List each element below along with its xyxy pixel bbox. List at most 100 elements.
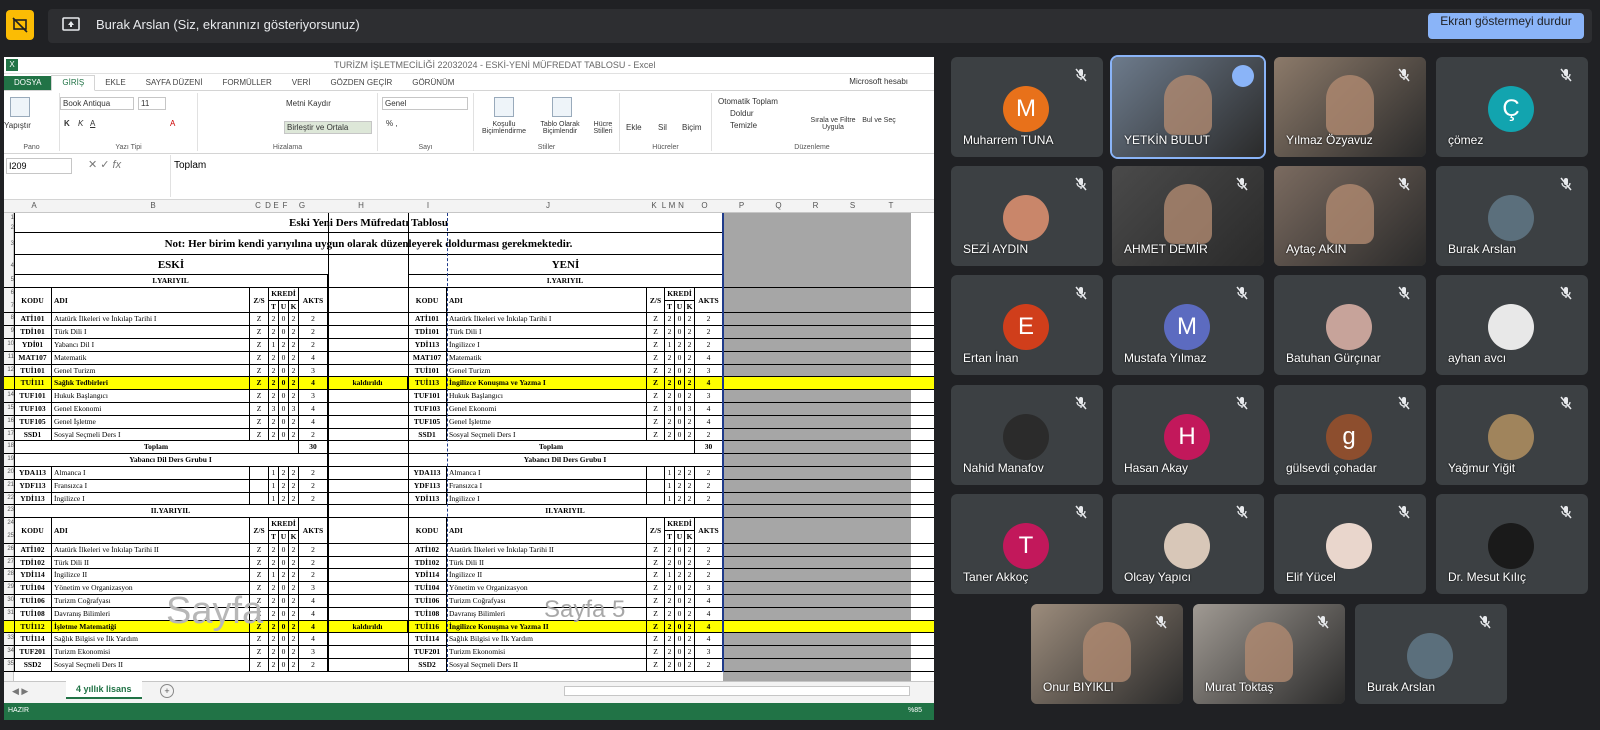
cell-akts[interactable]: 4 [695,607,723,620]
cell-kodu[interactable]: TUİ111 [14,377,52,390]
cell-adi[interactable]: Hukuk Başlangıcı [52,390,250,402]
cell-adi[interactable]: Sağlık Bilgisi ve İlk Yardım [52,633,250,646]
cell-adi[interactable]: Atatürk İlkeleri ve İnkılap Tarihi I [447,313,647,326]
cell-k[interactable]: 2 [289,428,299,441]
table-row[interactable]: TUİ101 Genel Turizm Z 2 0 2 3 TUİ101 Genel Turiz… [4,364,934,378]
cell-akts[interactable]: 2 [299,313,328,326]
table-row[interactable]: TUF101 Hukuk Başlangıcı Z 2 0 2 3 TUF101 Hukuk B… [4,390,934,403]
cell-zs[interactable]: Z [250,415,269,428]
cell-k[interactable]: 2 [289,582,299,594]
cell-zs[interactable]: Z [647,313,665,326]
cell-t[interactable]: 2 [269,364,279,377]
cell-t[interactable]: 3 [269,403,279,415]
cell-adi[interactable]: Fransızca I [447,479,647,492]
participant-tile[interactable]: Olcay Yapıcı [1112,494,1264,594]
cell-adi[interactable]: Yabancı Dil I [52,339,250,351]
cell-akts[interactable]: 2 [299,339,328,351]
find-select-button[interactable]: Bul ve Seç [862,117,896,124]
cell-u[interactable]: 0 [279,582,289,594]
cell-t[interactable]: 1 [665,479,675,492]
table-row[interactable]: MAT107 Matematik Z 2 0 2 4 MAT107 Matematik Z 2 0 2 4 [4,351,934,365]
cell-akts[interactable]: 2 [299,428,328,441]
cell-t[interactable]: 2 [269,390,279,402]
table-row[interactable]: TUİ114 Sağlık Bilgisi ve İlk Yardım Z 2 0 2 4 T… [4,633,934,647]
cell-k[interactable]: 2 [289,467,299,479]
cell-zs[interactable]: Z [647,326,665,338]
cell-u[interactable]: 2 [279,479,289,492]
cell-zs[interactable]: Z [647,364,665,377]
formula-input-area[interactable] [170,155,930,197]
cell-t[interactable]: 2 [665,390,675,402]
cell-kodu[interactable]: YDA113 [408,467,447,479]
wrap-text-button[interactable]: Metni Kaydır [286,99,331,108]
cell-k[interactable]: 2 [289,390,299,402]
column-header[interactable]: N [676,201,686,210]
cell-kodu[interactable]: YDİ114 [408,569,447,582]
table-row[interactable]: YDA113 Almanca I 1 2 2 2 YDA113 Almanca I1222 [4,467,934,480]
cell-u[interactable]: 0 [279,326,289,338]
cell-k[interactable]: 2 [685,659,695,671]
cell-u[interactable]: 0 [675,595,685,607]
cell-u[interactable]: 0 [675,543,685,556]
cell-u[interactable]: 0 [675,377,685,390]
cell-t[interactable]: 1 [665,339,675,351]
cell-kodu[interactable]: ATİ101 [408,313,447,326]
cell-kodu[interactable]: YDİ114 [14,569,52,582]
cell-k[interactable]: 2 [289,646,299,658]
cell-t[interactable]: 2 [269,326,279,338]
cell-u[interactable]: 2 [279,467,289,479]
cell-kodu[interactable]: TUİ108 [408,607,447,620]
column-header[interactable]: B [54,201,252,210]
cell-akts[interactable]: 4 [299,633,328,646]
column-header[interactable]: Q [760,201,797,210]
cell-t[interactable]: 2 [665,313,675,326]
cell-akts[interactable]: 2 [299,492,328,505]
table-row[interactable]: SSD2 Sosyal Seçmeli Ders II Z 2 0 2 2 SSD2 Sosya… [4,659,934,672]
cell-akts[interactable]: 3 [299,646,328,658]
cell-u[interactable]: 0 [279,620,289,633]
cell-zs[interactable]: Z [647,659,665,671]
ribbon-tab-7[interactable]: GÖRÜNÜM [402,76,464,90]
cell-zs[interactable] [250,467,269,479]
percent-button[interactable]: % , [386,119,398,128]
table-row[interactable]: TUİ111 Sağlık Tedbirleri Z 2 0 2 4 TUİ113 İngili… [4,377,934,391]
cell-zs[interactable]: Z [647,620,665,633]
column-header[interactable]: P [723,201,760,210]
participant-tile[interactable]: Onur BIYIKLI [1031,604,1183,704]
add-sheet-icon[interactable]: + [160,684,174,698]
cell-kodu[interactable]: SSD1 [14,428,52,441]
cell-k[interactable]: 2 [685,607,695,620]
cell-u[interactable]: 0 [279,646,289,658]
cell-adi[interactable]: Atatürk İlkeleri ve İnkılap Tarihi II [447,543,647,556]
cell-akts[interactable]: 4 [299,607,328,620]
cell-zs[interactable]: Z [250,543,269,556]
cell-akts[interactable]: 4 [695,351,723,364]
table-row[interactable]: TUİ104 Yönetim ve Organizasyon Z 2 0 2 3 TUİ104… [4,582,934,595]
presentation-icon[interactable] [6,10,34,40]
cell-t[interactable]: 2 [269,415,279,428]
cell-t[interactable]: 2 [665,351,675,364]
cell-kodu[interactable]: TUİ114 [14,633,52,646]
table-row[interactable]: TDİ101 Türk Dili I Z 2 0 2 2 TDİ101 Türk Dili IZ… [4,326,934,339]
cell-kodu[interactable]: TUF105 [14,415,52,428]
cell-kodu[interactable]: YDF113 [14,479,52,492]
cell-k[interactable]: 2 [289,633,299,646]
cell-k[interactable]: 2 [685,351,695,364]
cell-t[interactable]: 1 [269,479,279,492]
cell-k[interactable]: 2 [289,492,299,505]
cell-kodu[interactable]: TDİ102 [14,556,52,569]
cell-t[interactable]: 2 [665,646,675,658]
cell-zs[interactable]: Z [647,428,665,441]
cell-kodu[interactable]: YDİ113 [408,492,447,505]
format-table-button[interactable]: Tablo Olarak Biçimlendir [534,121,586,135]
table-row[interactable]: TUF105 Genel İşletme Z 2 0 2 4 TUF105 Genel İşle… [4,415,934,429]
cell-t[interactable]: 1 [269,467,279,479]
cell-adi[interactable]: Sosyal Seçmeli Ders I [52,428,250,441]
cell-t[interactable]: 1 [665,467,675,479]
cell-t[interactable]: 2 [665,595,675,607]
cell-t[interactable]: 2 [269,351,279,364]
cell-adi[interactable]: Sağlık Tedbirleri [52,377,250,390]
cell-k[interactable]: 2 [685,428,695,441]
cell-akts[interactable]: 4 [299,351,328,364]
cell-t[interactable]: 2 [269,377,279,390]
